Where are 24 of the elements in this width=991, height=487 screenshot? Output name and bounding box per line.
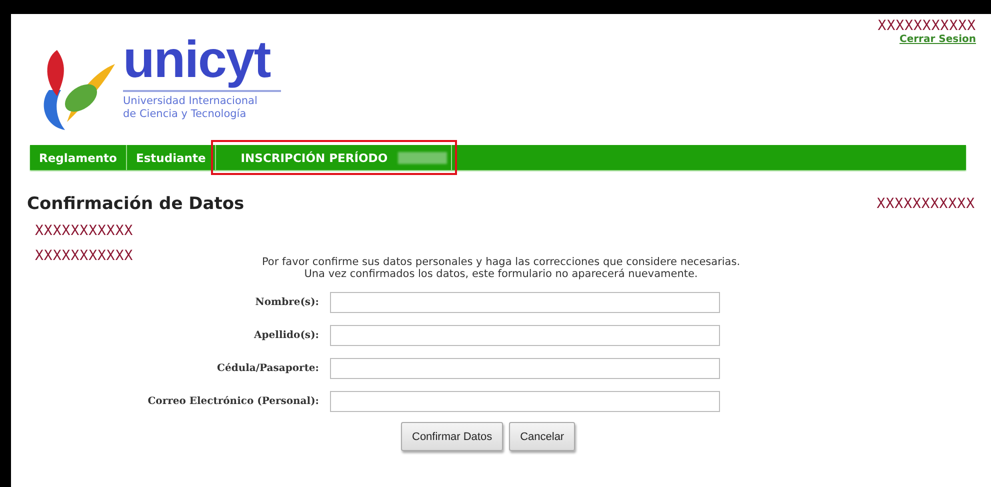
form-button[interactable]: Confirmar Datos [401,422,504,451]
status-note: XXXXXXXXXXX [876,196,975,212]
instruction-text: Una vez confirmados los datos, este formulario no aparecerá nuevamente. [304,268,698,280]
field-label: Apellido(s): [252,330,319,341]
input-field[interactable] [330,358,720,379]
logo-subtitle: de Ciencia y Tecnología [123,108,248,121]
logout-link[interactable]: Cerrar Sesion [900,34,976,45]
nav-tab[interactable]: INSCRIPCIÓN PERÍODO [216,145,452,170]
nav-tab[interactable]: Estudiante [126,145,216,170]
page-title: Confirmación de Datos [27,194,244,214]
info-text: XXXXXXXXXXX [35,223,134,239]
form-button[interactable]: Cancelar [509,422,576,451]
input-field[interactable] [330,391,720,412]
instruction-text: Por favor confirme sus datos personales y haga las correcciones que considere necesarias. [262,256,740,268]
input-field[interactable] [330,325,720,346]
user-name: XXXXXXXXXXX [878,18,976,34]
logo-subtitle: Universidad Internacional [123,95,258,108]
field-label: Nombre(s): [254,297,319,308]
input-field[interactable] [330,292,720,313]
info-text: XXXXXXXXXXX [35,248,134,264]
logo-wordmark: unicyt [123,32,272,88]
field-label: Correo Electrónico (Personal): [146,396,319,407]
field-label: Cédula/Pasaporte: [216,363,319,374]
nav-tab[interactable]: Reglamento [30,145,127,170]
